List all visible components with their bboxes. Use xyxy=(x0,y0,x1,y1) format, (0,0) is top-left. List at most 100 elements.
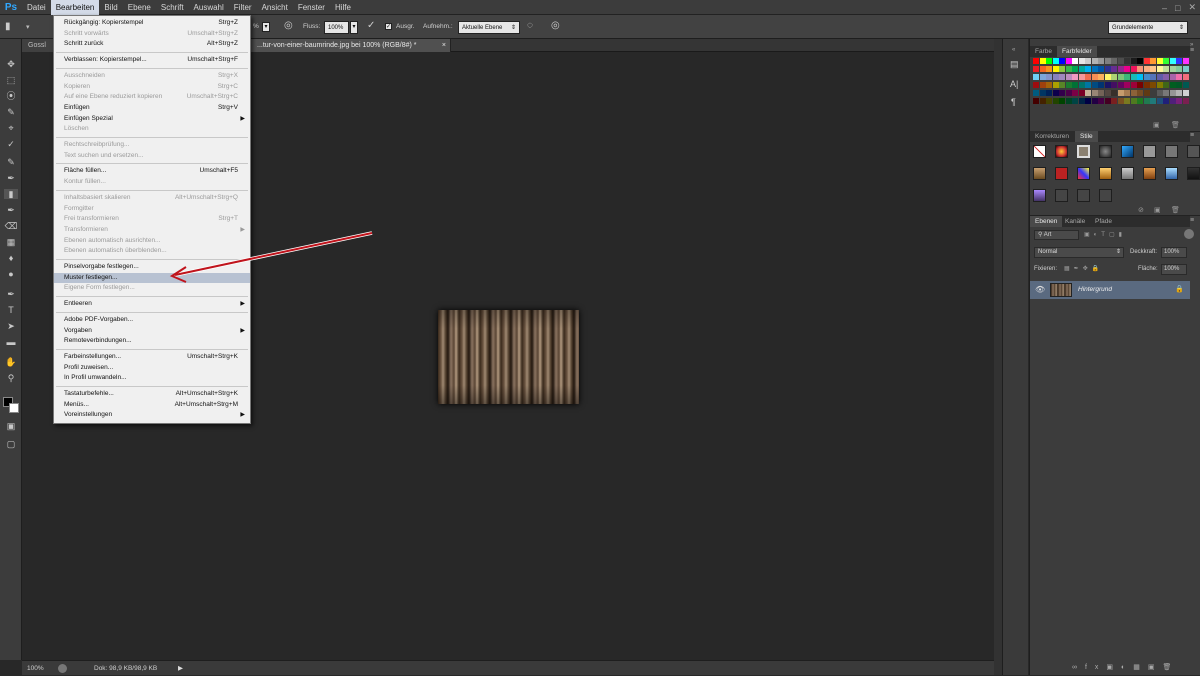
style-preset[interactable] xyxy=(1187,167,1200,180)
healing-brush-tool-icon[interactable]: ✎ xyxy=(4,157,18,167)
style-preset[interactable] xyxy=(1033,167,1046,180)
ignore-adjustment-icon[interactable]: ◌ xyxy=(527,20,539,32)
style-preset[interactable] xyxy=(1121,145,1134,158)
color-swatch[interactable] xyxy=(1111,82,1117,88)
color-swatch[interactable] xyxy=(1072,82,1078,88)
color-swatch[interactable] xyxy=(1085,90,1091,96)
color-swatch[interactable] xyxy=(1182,66,1189,72)
color-swatch[interactable] xyxy=(1078,74,1085,80)
color-swatch[interactable] xyxy=(1059,82,1065,88)
marquee-tool-icon[interactable]: ⬚ xyxy=(4,75,18,85)
history-brush-tool-icon[interactable]: ✒ xyxy=(4,205,18,215)
color-swatch[interactable] xyxy=(1156,90,1163,96)
tab-korrekturen[interactable]: Korrekturen xyxy=(1030,131,1074,142)
color-swatch[interactable] xyxy=(1078,82,1085,88)
new-style-icon[interactable]: ▣ xyxy=(1154,206,1161,214)
menu-schrift[interactable]: Schrift xyxy=(156,0,189,15)
clear-style-icon[interactable]: ⊘ xyxy=(1138,206,1144,214)
color-swatch[interactable] xyxy=(1176,90,1182,96)
menu-item[interactable]: Voreinstellungen ▶ xyxy=(54,410,250,421)
tab-ebenen[interactable]: Ebenen xyxy=(1030,216,1063,227)
color-swatch[interactable] xyxy=(1117,74,1124,80)
color-swatch[interactable] xyxy=(1124,82,1130,88)
color-swatch[interactable] xyxy=(1163,74,1169,80)
style-preset[interactable] xyxy=(1143,167,1156,180)
dodge-tool-icon[interactable]: ● xyxy=(4,269,18,279)
airbrush-icon[interactable]: ✓ xyxy=(367,20,379,32)
menu-bild[interactable]: Bild xyxy=(99,0,122,15)
eye-icon[interactable]: 👁 xyxy=(1035,285,1045,294)
color-swatch[interactable] xyxy=(1163,66,1169,72)
color-swatch[interactable] xyxy=(1046,98,1052,104)
color-swatch[interactable] xyxy=(1163,98,1169,104)
color-swatch[interactable] xyxy=(1085,82,1091,88)
style-preset[interactable] xyxy=(1055,189,1068,202)
style-preset[interactable] xyxy=(1165,145,1178,158)
color-swatch[interactable] xyxy=(1104,58,1111,64)
style-preset[interactable] xyxy=(1055,145,1068,158)
color-swatch[interactable] xyxy=(1059,98,1065,104)
color-swatch[interactable] xyxy=(1065,90,1072,96)
color-swatch[interactable] xyxy=(1130,58,1137,64)
color-swatch[interactable] xyxy=(1098,66,1104,72)
paragraph-panel-icon[interactable]: ¶ xyxy=(1011,97,1016,107)
color-swatch[interactable] xyxy=(1059,74,1065,80)
menu-item[interactable]: Verblassen: Kopierstempel... Umschalt+Str… xyxy=(54,55,250,66)
color-swatch[interactable] xyxy=(1111,98,1117,104)
menu-item[interactable]: Remoteverbindungen... xyxy=(54,336,250,347)
color-swatch[interactable] xyxy=(1169,82,1176,88)
layer-row[interactable]: 👁 Hintergrund 🔒 xyxy=(1030,281,1190,299)
status-info-icon[interactable] xyxy=(58,664,67,673)
menu-bearbeiten[interactable]: Bearbeiten xyxy=(50,0,100,15)
color-swatch[interactable] xyxy=(1033,82,1039,88)
color-swatch[interactable] xyxy=(1150,58,1156,64)
color-swatch[interactable] xyxy=(1085,98,1091,104)
tab-pfade[interactable]: Pfade xyxy=(1090,216,1117,227)
color-swatch[interactable] xyxy=(1078,58,1085,64)
panel-menu-icon[interactable]: ≡ xyxy=(1190,47,1194,54)
color-swatch[interactable] xyxy=(1137,90,1143,96)
color-swatch[interactable] xyxy=(1098,74,1104,80)
color-swatch[interactable] xyxy=(1052,66,1059,72)
menu-item[interactable]: Profil zuweisen... xyxy=(54,363,250,374)
color-swatch[interactable] xyxy=(1137,98,1143,104)
color-swatch[interactable] xyxy=(1124,98,1130,104)
color-swatch[interactable] xyxy=(1046,66,1052,72)
color-swatch[interactable] xyxy=(1111,58,1117,64)
color-swatch[interactable] xyxy=(1176,98,1182,104)
style-preset[interactable] xyxy=(1033,189,1046,202)
blur-tool-icon[interactable]: ♦ xyxy=(4,253,18,263)
menu-item[interactable]: Menüs... Alt+Umschalt+Strg+M xyxy=(54,400,250,411)
color-swatch[interactable] xyxy=(1098,98,1104,104)
menu-item[interactable]: Vorgaben ▶ xyxy=(54,326,250,337)
layer-filter-icons[interactable]: ▣◐T▢▮ xyxy=(1084,231,1126,238)
color-swatch[interactable] xyxy=(1039,98,1046,104)
color-swatch[interactable] xyxy=(1072,90,1078,96)
color-swatch[interactable] xyxy=(1065,66,1072,72)
new-swatch-icon[interactable]: ▣ xyxy=(1153,121,1160,129)
color-swatch[interactable] xyxy=(1078,90,1085,96)
color-swatch[interactable] xyxy=(1072,58,1078,64)
color-swatch[interactable] xyxy=(1156,66,1163,72)
style-preset[interactable] xyxy=(1165,167,1178,180)
color-swatch[interactable] xyxy=(1033,90,1039,96)
opacity-input[interactable]: 100% xyxy=(1161,247,1187,258)
move-tool-icon[interactable]: ✥ xyxy=(4,59,18,69)
color-swatch[interactable] xyxy=(1143,82,1150,88)
aligned-checkbox[interactable]: ✓ xyxy=(385,23,392,30)
quick-select-tool-icon[interactable]: ✎ xyxy=(4,107,18,117)
color-swatch[interactable] xyxy=(1150,98,1156,104)
color-swatch[interactable] xyxy=(1052,58,1059,64)
color-swatch[interactable] xyxy=(1111,66,1117,72)
color-swatch[interactable] xyxy=(1117,66,1124,72)
style-preset[interactable] xyxy=(1099,167,1112,180)
collapse-arrows-icon[interactable]: « xyxy=(1012,47,1015,53)
color-swatch[interactable] xyxy=(1065,58,1072,64)
color-swatch[interactable] xyxy=(1078,98,1085,104)
color-swatch[interactable] xyxy=(1072,66,1078,72)
style-preset[interactable] xyxy=(1077,145,1090,158)
color-swatch[interactable] xyxy=(1124,90,1130,96)
color-swatch[interactable] xyxy=(1176,66,1182,72)
color-swatch[interactable] xyxy=(1150,74,1156,80)
character-panel-icon[interactable]: A| xyxy=(1010,79,1018,89)
